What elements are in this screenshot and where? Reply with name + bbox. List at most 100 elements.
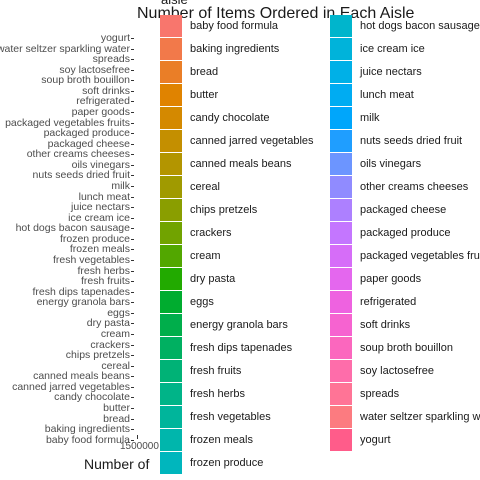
legend-swatch bbox=[330, 153, 352, 175]
legend-label: butter bbox=[190, 89, 219, 101]
legend-label: oils vinegars bbox=[360, 158, 422, 170]
y-tick-mark bbox=[131, 143, 134, 145]
y-tick-label: baby food formula bbox=[45, 433, 130, 446]
legend-label: frozen produce bbox=[190, 457, 264, 469]
legend-item: candy chocolate bbox=[160, 107, 270, 129]
legend-swatch bbox=[330, 360, 352, 382]
legend-label: cereal bbox=[190, 181, 220, 193]
legend-swatch bbox=[330, 199, 352, 221]
legend-label: fresh dips tapenades bbox=[190, 342, 293, 354]
y-tick-mark bbox=[131, 376, 134, 378]
legend-item: frozen produce bbox=[160, 452, 263, 474]
legend-item: fresh vegetables bbox=[160, 406, 271, 428]
y-tick-mark bbox=[131, 154, 134, 156]
legend-item: eggs bbox=[160, 291, 214, 313]
y-tick-mark bbox=[131, 418, 134, 420]
legend-swatch bbox=[330, 429, 352, 451]
legend-swatch bbox=[160, 360, 182, 382]
legend-swatch bbox=[330, 337, 352, 359]
legend-swatch bbox=[330, 383, 352, 405]
legend-label: hot dogs bacon sausage bbox=[360, 20, 480, 32]
y-tick-mark bbox=[131, 122, 134, 124]
legend-item: fresh dips tapenades bbox=[160, 337, 292, 359]
y-tick-mark bbox=[131, 38, 134, 39]
legend-item: crackers bbox=[160, 222, 232, 244]
legend-swatch bbox=[160, 38, 182, 60]
legend-label: energy granola bars bbox=[190, 319, 288, 331]
legend-swatch bbox=[330, 130, 352, 152]
y-tick-mark bbox=[131, 90, 134, 92]
legend-item: paper goods bbox=[330, 268, 421, 290]
chart: aisle Number of Items Ordered in Each Ai… bbox=[0, 0, 480, 480]
y-tick-mark bbox=[131, 111, 134, 113]
legend-item: nuts seeds dried fruit bbox=[330, 130, 462, 152]
legend-item: refrigerated bbox=[330, 291, 416, 313]
legend-item: baking ingredients bbox=[160, 38, 279, 60]
legend-swatch bbox=[160, 245, 182, 267]
legend-swatch bbox=[160, 406, 182, 428]
y-tick-mark bbox=[131, 164, 134, 166]
x-axis-label: Number of bbox=[84, 456, 150, 472]
legend-item: canned meals beans bbox=[160, 153, 292, 175]
legend-item: soup broth bouillon bbox=[330, 337, 453, 359]
legend-swatch bbox=[160, 107, 182, 129]
legend-label: frozen meals bbox=[190, 434, 253, 446]
y-tick-label: cream bbox=[100, 327, 130, 340]
x-tick-label: 1500000 bbox=[120, 441, 159, 452]
legend-label: fresh vegetables bbox=[190, 411, 271, 423]
legend-label: milk bbox=[360, 112, 380, 124]
legend-item: oils vinegars bbox=[330, 153, 421, 175]
y-tick-mark bbox=[131, 270, 134, 272]
y-tick-mark bbox=[131, 281, 134, 283]
legend-swatch bbox=[160, 337, 182, 359]
legend-item: lunch meat bbox=[330, 84, 414, 106]
legend-item: chips pretzels bbox=[160, 199, 257, 221]
y-tick-label: paper goods bbox=[71, 105, 130, 118]
legend-swatch bbox=[160, 153, 182, 175]
legend-label: paper goods bbox=[360, 273, 422, 285]
legend-item: fresh fruits bbox=[160, 360, 241, 382]
legend-label: fresh herbs bbox=[190, 388, 246, 400]
y-tick-mark bbox=[131, 323, 134, 325]
legend-label: canned meals beans bbox=[190, 158, 292, 170]
y-tick-mark bbox=[131, 397, 134, 399]
legend-label: lunch meat bbox=[360, 89, 414, 101]
legend-item: spreads bbox=[330, 383, 399, 405]
y-tick-label: butter bbox=[103, 401, 130, 414]
y-tick-mark bbox=[131, 185, 134, 187]
legend-swatch bbox=[330, 61, 352, 83]
legend-swatch bbox=[160, 61, 182, 83]
legend-swatch bbox=[160, 268, 182, 290]
legend-item: soy lactosefree bbox=[330, 360, 434, 382]
legend-item: frozen meals bbox=[160, 429, 253, 451]
y-tick-mark bbox=[131, 302, 134, 304]
legend-label: spreads bbox=[360, 388, 400, 400]
legend-swatch bbox=[160, 291, 182, 313]
legend-swatch bbox=[330, 314, 352, 336]
legend-item: other creams cheeses bbox=[330, 176, 468, 198]
legend-label: water seltzer sparkling water bbox=[360, 411, 480, 423]
legend-label: bread bbox=[190, 66, 219, 78]
y-tick-mark bbox=[131, 429, 134, 431]
legend-item: packaged produce bbox=[330, 222, 451, 244]
y-tick-mark bbox=[131, 333, 134, 335]
legend-item: milk bbox=[330, 107, 380, 129]
legend-swatch bbox=[330, 291, 352, 313]
y-tick-mark bbox=[131, 355, 134, 357]
legend-swatch bbox=[330, 38, 352, 60]
legend-swatch bbox=[160, 314, 182, 336]
legend-swatch bbox=[160, 15, 182, 37]
y-tick-mark bbox=[131, 196, 134, 198]
y-tick-label: milk bbox=[111, 179, 130, 192]
y-tick-mark bbox=[131, 407, 134, 409]
legend-label: packaged vegetables fruits bbox=[360, 250, 480, 262]
legend-label: soft drinks bbox=[360, 319, 411, 331]
legend-swatch bbox=[330, 107, 352, 129]
legend-item: water seltzer sparkling water bbox=[330, 406, 480, 428]
y-tick-mark bbox=[131, 312, 134, 314]
legend-label: yogurt bbox=[360, 434, 391, 446]
legend-swatch bbox=[160, 199, 182, 221]
legend-label: packaged cheese bbox=[360, 204, 447, 216]
legend-item: baby food formula bbox=[160, 15, 278, 37]
legend-item: soft drinks bbox=[330, 314, 410, 336]
